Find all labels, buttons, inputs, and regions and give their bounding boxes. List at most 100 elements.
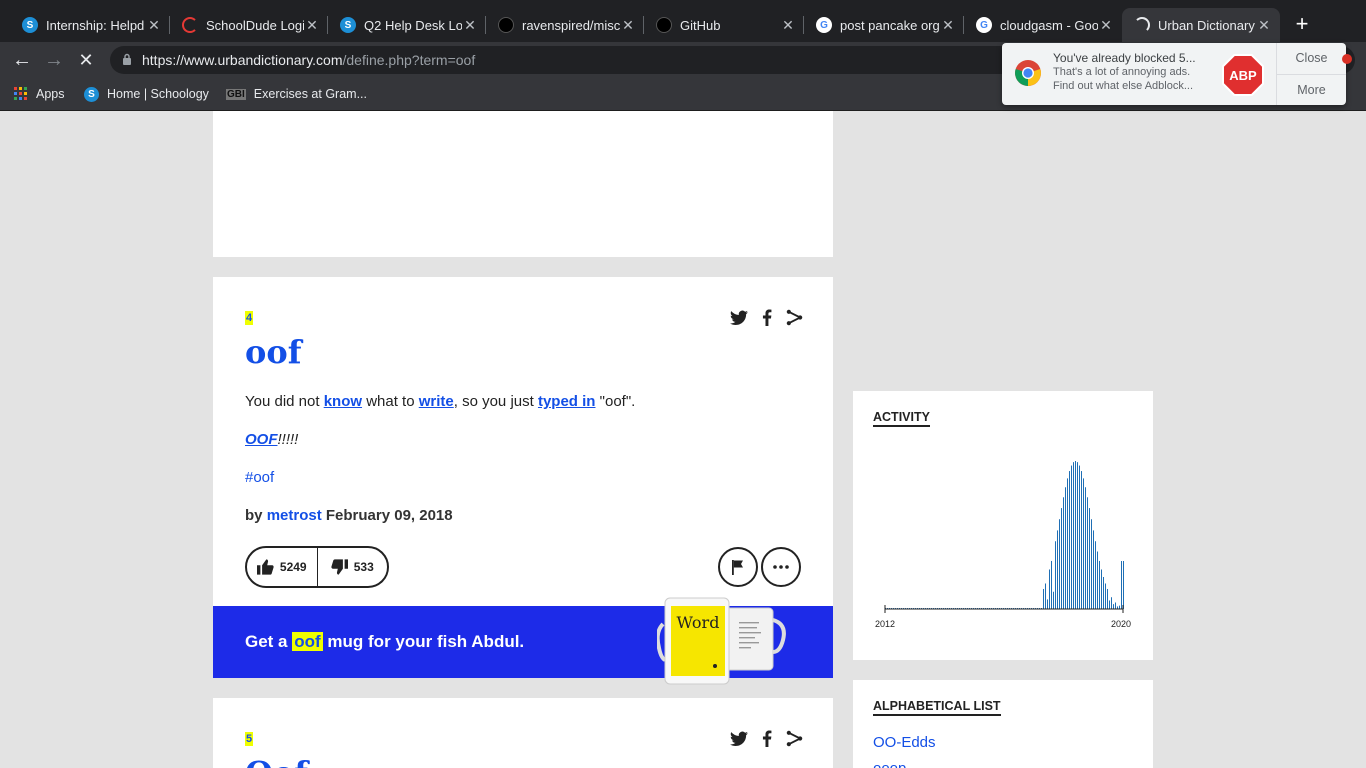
gbi-icon: GBI (226, 88, 246, 100)
example-link-oof[interactable]: OOF (245, 431, 278, 448)
mug-promo-banner[interactable]: Get a oof mug for your fish Abdul. Word (213, 597, 833, 685)
close-button[interactable]: Close (1277, 43, 1346, 74)
definition-word[interactable]: oof (245, 333, 301, 371)
activity-bar (1113, 604, 1114, 609)
definition-rank: 4 (245, 311, 254, 325)
tab-post-pancake[interactable]: G post pancake org ✕ (804, 8, 964, 42)
definition-card: 4 oof You did not know what to write, so… (213, 277, 833, 685)
tab-schooldude[interactable]: SchoolDude Logi ✕ (170, 8, 328, 42)
activity-bar (1067, 478, 1068, 609)
share-icon[interactable] (786, 309, 803, 326)
mug-promo-word: oof (292, 632, 323, 651)
activity-bar (1087, 497, 1088, 609)
author-link[interactable]: metrost (267, 507, 322, 524)
flag-button[interactable] (718, 547, 758, 587)
activity-bar (1057, 530, 1058, 609)
activity-bar (1069, 471, 1070, 609)
definition-tag[interactable]: #oof (245, 469, 274, 486)
activity-bar (1071, 465, 1072, 609)
activity-bar (1119, 605, 1120, 609)
more-button[interactable]: More (1277, 74, 1346, 105)
downvote-button[interactable]: 533 (316, 548, 388, 586)
close-icon[interactable]: ✕ (462, 17, 478, 34)
chrome-icon (1015, 60, 1041, 86)
tab-title: ravenspired/misc (522, 17, 620, 33)
tab-title: GitHub (680, 17, 721, 33)
github-icon (656, 17, 672, 33)
loading-icon (1134, 17, 1150, 33)
tab-cloudgasm[interactable]: G cloudgasm - Goo ✕ (964, 8, 1122, 42)
thumbs-down-icon (331, 559, 348, 575)
tab-title: SchoolDude Logi (206, 17, 304, 33)
activity-bar (1075, 461, 1076, 609)
tab-title: Urban Dictionary (1158, 17, 1255, 33)
activity-bar (1107, 588, 1108, 609)
upvote-count: 5249 (279, 560, 307, 574)
bookmark-exercises[interactable]: GBI Exercises at Gram... (226, 84, 367, 104)
activity-bar (1055, 541, 1056, 609)
bookmark-label: Home | Schoology (107, 87, 209, 101)
definition-example: OOF!!!!! (245, 431, 298, 448)
close-icon[interactable]: ✕ (1098, 17, 1114, 34)
tab-urban-dictionary[interactable]: Urban Dictionary ✕ (1122, 8, 1280, 42)
example-text: !!!!! (277, 431, 299, 448)
close-icon[interactable]: ✕ (304, 17, 320, 34)
tab-title: cloudgasm - Goo (1000, 17, 1098, 33)
activity-bar (1085, 487, 1086, 609)
close-icon[interactable]: ✕ (620, 17, 636, 34)
adblock-notification: You've already blocked 5... That's a lot… (1002, 43, 1346, 105)
stop-button[interactable]: ✕ (74, 48, 98, 72)
activity-bar (1093, 530, 1094, 609)
url-path: /define.php?term=oof (342, 52, 476, 68)
back-button[interactable]: ← (10, 48, 34, 72)
tab-q2-help-desk[interactable]: S Q2 Help Desk Lo ✕ (328, 8, 486, 42)
share-icon[interactable] (786, 730, 803, 747)
meaning-link-know[interactable]: know (324, 393, 362, 410)
activity-chart: 2012 2020 (875, 461, 1131, 629)
adblock-plus-icon: ABP (1222, 54, 1264, 96)
facebook-icon[interactable] (762, 309, 772, 326)
forward-button[interactable]: → (42, 48, 66, 72)
adblock-message-line: Find out what else Adblock... (1053, 80, 1194, 92)
close-icon[interactable]: ✕ (940, 17, 956, 34)
activity-bar (1105, 583, 1106, 609)
meaning-link-typed-in[interactable]: typed in (538, 393, 596, 410)
adblock-logo-text: ABP (1229, 68, 1257, 83)
alpha-list-item[interactable]: ooop (873, 760, 906, 768)
schooldude-icon (182, 17, 198, 33)
upvote-button[interactable]: 5249 (247, 548, 317, 586)
alphabetical-list-panel: ALPHABETICAL LIST OO-Edds ooop (853, 680, 1153, 768)
twitter-icon[interactable] (730, 310, 748, 326)
tab-github[interactable]: GitHub ✕ (644, 8, 804, 42)
new-tab-button[interactable]: + (1290, 12, 1314, 36)
definition-rank: 5 (245, 732, 254, 746)
close-icon[interactable]: ✕ (780, 17, 796, 34)
activity-bar (1123, 561, 1124, 609)
google-icon: G (976, 17, 992, 33)
mug-image: Word (657, 597, 786, 685)
activity-bar (1091, 519, 1092, 609)
close-icon[interactable]: ✕ (146, 17, 162, 34)
github-icon (498, 17, 514, 33)
twitter-icon[interactable] (730, 731, 748, 747)
flag-icon (732, 559, 743, 575)
activity-bar (1059, 519, 1060, 609)
definition-word[interactable]: Oof (245, 754, 308, 768)
more-options-button[interactable] (761, 547, 801, 587)
tab-internship[interactable]: S Internship: Helpd ✕ (10, 8, 170, 42)
adblock-actions: Close More (1276, 43, 1346, 105)
activity-bar (1097, 551, 1098, 609)
meaning-link-write[interactable]: write (419, 393, 454, 410)
activity-heading: ACTIVITY (873, 410, 930, 427)
definition-byline: by metrost February 09, 2018 (245, 507, 453, 524)
bookmark-schoology[interactable]: S Home | Schoology (84, 84, 209, 104)
tab-title: Q2 Help Desk Lo (364, 17, 462, 33)
close-icon[interactable]: ✕ (1256, 17, 1272, 34)
tab-ravenspired[interactable]: ravenspired/misc ✕ (486, 8, 644, 42)
definition-card-next: 5 Oof (213, 698, 833, 768)
bookmark-apps[interactable]: Apps (14, 84, 65, 104)
mug-promo-text: Get a oof mug for your fish Abdul. (245, 632, 524, 652)
alpha-list-item[interactable]: OO-Edds (873, 734, 936, 751)
facebook-icon[interactable] (762, 730, 772, 747)
schoology-icon: S (84, 86, 99, 102)
